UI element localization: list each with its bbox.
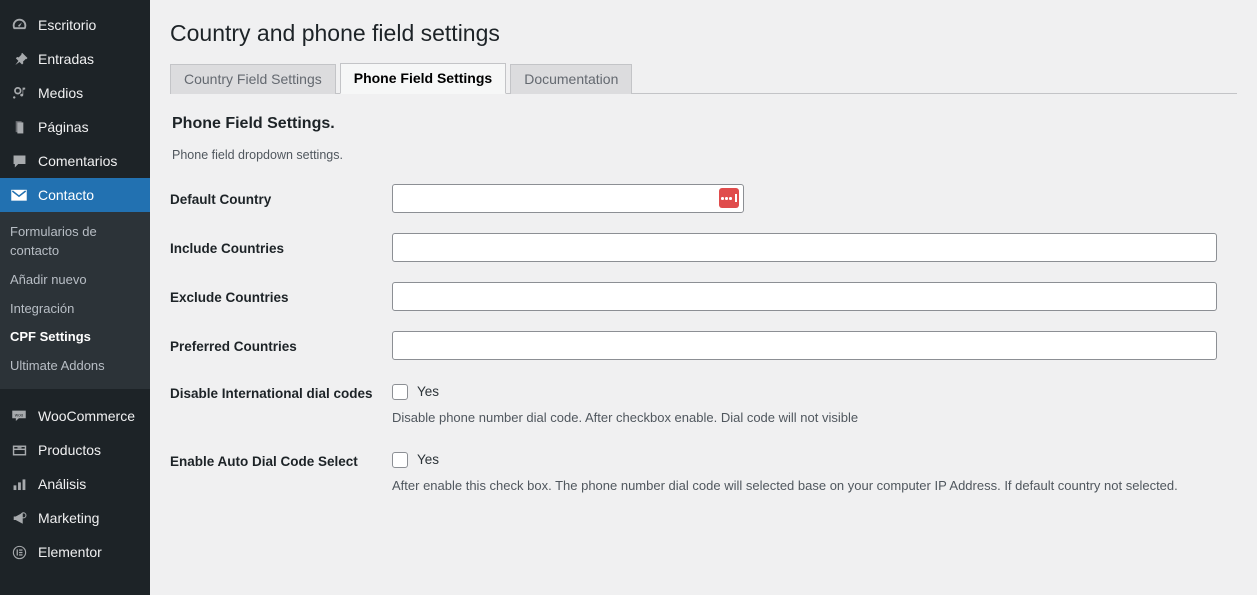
tab-phone-field-settings[interactable]: Phone Field Settings	[339, 62, 507, 94]
analytics-icon	[8, 474, 30, 494]
sidebar-item-contacto[interactable]: Contacto	[0, 178, 158, 212]
sidebar-item-paginas[interactable]: Páginas	[0, 110, 150, 144]
dashboard-icon	[8, 15, 30, 35]
sidebar-item-marketing[interactable]: Marketing	[0, 501, 150, 535]
auto-dial-code-checkbox[interactable]	[392, 451, 408, 468]
sidebar-item-label: Entradas	[38, 51, 95, 67]
sidebar-divider	[0, 389, 150, 400]
sidebar-item-label: Productos	[38, 442, 102, 459]
field-help-text: After enable this check box. The phone n…	[392, 477, 1178, 493]
field-label: Default Country	[170, 191, 272, 207]
product-icon	[8, 440, 30, 460]
sidebar-item-elementor[interactable]: Elementor	[0, 535, 150, 569]
media-icon	[8, 83, 30, 103]
form-row-default-country: Default Country	[170, 183, 1237, 213]
disable-dial-codes-checkbox[interactable]	[392, 383, 408, 400]
sidebar-item-entradas[interactable]: Entradas	[0, 42, 150, 76]
include-countries-input[interactable]	[392, 232, 1217, 262]
password-manager-icon[interactable]	[719, 188, 739, 209]
sidebar-item-label: Páginas	[38, 119, 89, 135]
woocommerce-icon: woo	[8, 406, 30, 426]
form-row-auto-dial-code: Enable Auto Dial Code Select Yes After e…	[170, 448, 1237, 496]
sidebar-item-label: Elementor	[38, 544, 102, 561]
pages-icon	[8, 117, 30, 137]
settings-tab-bar: Country Field Settings Phone Field Setti…	[170, 62, 1237, 94]
sidebar-item-label: Contacto	[38, 187, 95, 203]
exclude-countries-input[interactable]	[392, 281, 1217, 311]
form-row-disable-dial-codes: Disable International dial codes Yes Dis…	[170, 380, 1237, 428]
section-title: Phone Field Settings.	[172, 114, 335, 132]
form-row-include-countries: Include Countries	[170, 232, 1237, 262]
checkbox-label: Yes	[417, 384, 440, 400]
sidebar-item-label: Medios	[38, 85, 84, 101]
checkbox-label: Yes	[417, 452, 440, 468]
disable-dial-codes-checkbox-line: Yes	[392, 380, 1217, 400]
tab-documentation[interactable]: Documentation	[510, 63, 633, 94]
main-content: Country and phone field settings Country…	[150, 0, 1257, 595]
sidebar-item-label: Comentarios	[38, 153, 118, 169]
sidebar-item-label: Análisis	[38, 476, 87, 493]
submenu-item-integracion[interactable]: Integración	[0, 295, 150, 324]
field-label: Include Countries	[170, 240, 285, 256]
elementor-icon	[8, 542, 30, 562]
megaphone-icon	[8, 508, 30, 528]
sidebar-item-escritorio[interactable]: Escritorio	[0, 8, 150, 42]
sidebar-item-comentarios[interactable]: Comentarios	[0, 144, 150, 178]
admin-screen: Escritorio Entradas Medios Páginas Comen…	[0, 0, 1257, 595]
default-country-input[interactable]	[392, 183, 744, 213]
comments-icon	[8, 151, 30, 171]
sidebar-item-medios[interactable]: Medios	[0, 76, 150, 110]
sidebar-item-woocommerce[interactable]: woo WooCommerce	[0, 399, 150, 433]
form-row-exclude-countries: Exclude Countries	[170, 281, 1237, 311]
field-label: Disable International dial codes	[170, 385, 373, 401]
email-icon	[8, 185, 30, 205]
sidebar-item-label: Marketing	[38, 510, 100, 527]
preferred-countries-input[interactable]	[392, 330, 1217, 360]
auto-dial-code-checkbox-line: Yes	[392, 448, 1217, 468]
phone-settings-form: Default Country Include Countries Exclud…	[170, 183, 1237, 496]
sidebar-item-productos[interactable]: Productos	[0, 433, 150, 467]
tab-country-field-settings[interactable]: Country Field Settings	[170, 63, 336, 94]
submenu-item-cpf-settings[interactable]: CPF Settings	[0, 323, 150, 352]
field-label: Preferred Countries	[170, 338, 297, 354]
submenu-item-formularios[interactable]: Formularios de contacto	[0, 218, 150, 266]
admin-sidebar: Escritorio Entradas Medios Páginas Comen…	[0, 0, 158, 595]
default-country-input-wrap	[392, 183, 744, 213]
sidebar-item-label: WooCommerce	[38, 408, 135, 425]
submenu-item-anadir-nuevo[interactable]: Añadir nuevo	[0, 266, 150, 295]
field-label: Exclude Countries	[170, 289, 289, 305]
page-title: Country and phone field settings	[170, 20, 500, 46]
field-label: Enable Auto Dial Code Select	[170, 453, 358, 469]
svg-text:woo: woo	[15, 412, 24, 417]
sidebar-item-label: Escritorio	[38, 17, 97, 33]
section-description: Phone field dropdown settings.	[172, 147, 343, 162]
field-help-text: Disable phone number dial code. After ch…	[392, 409, 859, 425]
sidebar-item-analisis[interactable]: Análisis	[0, 467, 150, 501]
submenu-item-ultimate-addons[interactable]: Ultimate Addons	[0, 352, 150, 381]
sidebar-submenu-contacto: Formularios de contacto Añadir nuevo Int…	[0, 212, 150, 390]
pin-icon	[8, 49, 30, 69]
form-row-preferred-countries: Preferred Countries	[170, 330, 1237, 360]
